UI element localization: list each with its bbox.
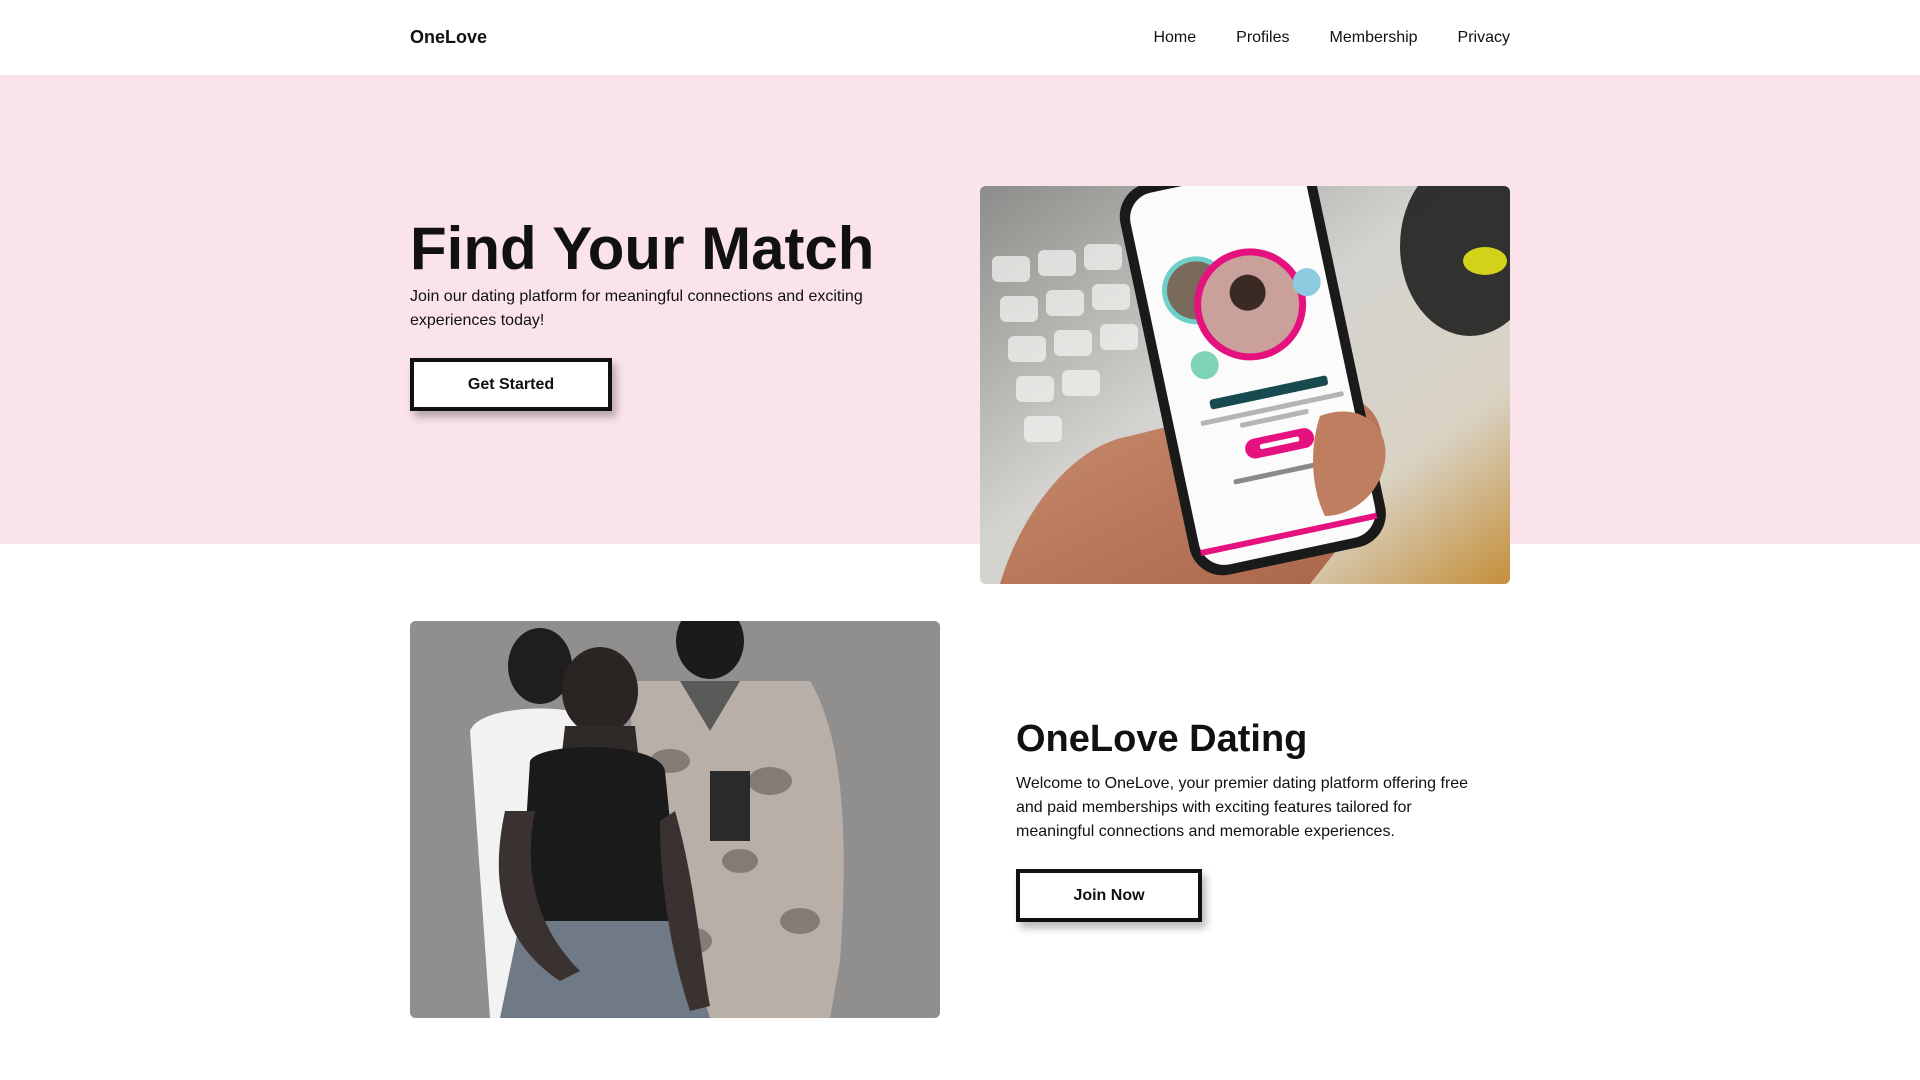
hero-phone-photo xyxy=(980,186,1510,584)
hero-subtitle: Join our dating platform for meaningful … xyxy=(410,288,863,329)
about-body: Welcome to OneLove, your premier dating … xyxy=(1016,775,1469,840)
nav-privacy[interactable]: Privacy xyxy=(1458,29,1510,47)
brand-logo[interactable]: OneLove xyxy=(410,27,487,48)
join-now-button[interactable]: Join Now xyxy=(1016,869,1202,922)
phone-in-hand-illustration xyxy=(980,186,1510,584)
about-title: OneLove Dating xyxy=(1016,718,1308,760)
nav-profiles[interactable]: Profiles xyxy=(1236,29,1289,47)
site-header: OneLove Home Profiles Membership Privacy xyxy=(0,0,1920,75)
couple-photo xyxy=(410,621,940,1018)
nav-home[interactable]: Home xyxy=(1153,29,1196,47)
about-text: OneLove Dating Welcome to OneLove, your … xyxy=(1016,716,1486,922)
couple-illustration xyxy=(410,621,940,1018)
hero-section: Find Your Match Join our dating platform… xyxy=(0,75,1920,584)
hero-text: Find Your Match Join our dating platform… xyxy=(410,214,910,411)
nav-membership[interactable]: Membership xyxy=(1330,29,1418,47)
main-nav: Home Profiles Membership Privacy xyxy=(1153,29,1510,47)
hero-title: Find Your Match xyxy=(410,215,875,282)
get-started-button[interactable]: Get Started xyxy=(410,358,612,411)
